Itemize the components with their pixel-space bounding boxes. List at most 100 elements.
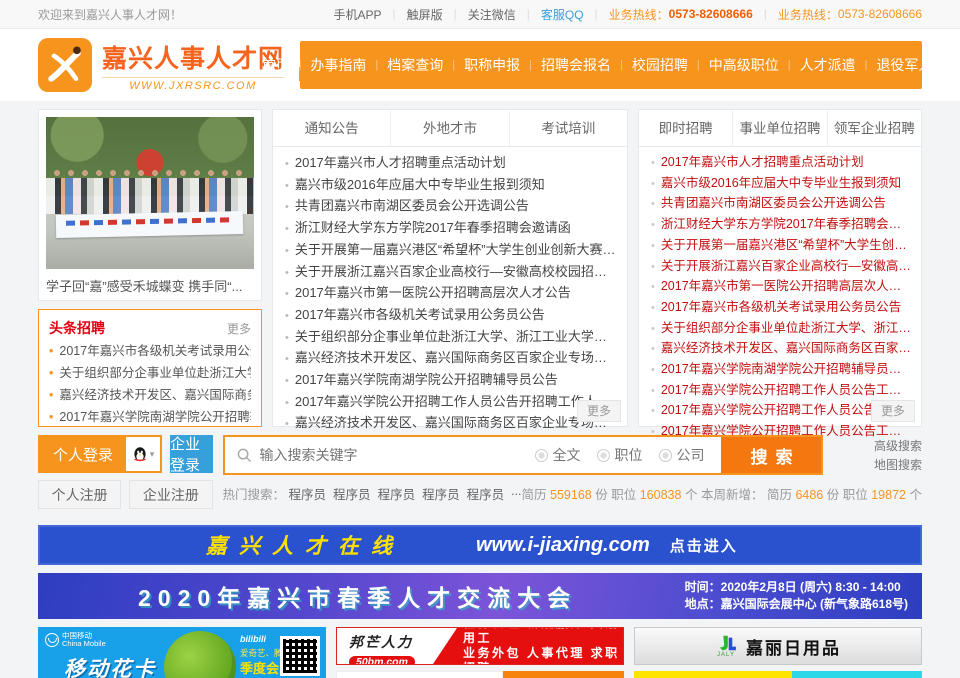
scope-company-radio[interactable]: 公司 [659,445,705,465]
resume-count: 559168 [550,488,592,502]
notice-item[interactable]: 关于开展第一届嘉兴港区“希望杯”大学生创业创新大赛的通知 [285,240,617,262]
notice-item[interactable]: 关于开展浙江嘉兴百家企业高校行—安徽高校校园招聘活动的通... [285,262,617,284]
bangmang-hr-ad[interactable]: 邦芒人力 50bm.com 社保代理 薪酬服务 灵活用工 业务外包 人事代理 求… [336,627,624,665]
touch-version-link[interactable]: 触屏版 [407,6,443,23]
login-area: 个人登录 ▾ [38,435,213,509]
search-button[interactable]: 搜索 [721,437,821,473]
nav-item[interactable]: 校园招聘 [611,55,688,75]
radio-icon [535,449,548,462]
advanced-search-link[interactable]: 高级搜索 [874,437,922,456]
hot-search-label: 热门搜索： [223,488,286,502]
nav-item[interactable]: 档案查询 [366,55,443,75]
jobs-item[interactable]: 关于组织部分企事业单位赴浙江大学、浙江工业大... [651,319,911,340]
divider: | [392,7,395,21]
nav-item[interactable]: 首页 [262,55,290,75]
notice-item[interactable]: 2017年嘉兴学院公开招聘工作人员公告开招聘工作人员公告开... [285,392,617,414]
jobs-panel: 即时招聘事业单位招聘领军企业招聘 2017年嘉兴市人才招聘重点活动计划嘉兴市级2… [638,109,922,427]
hot-search-term[interactable]: 程序员 [333,484,371,503]
photo-caption[interactable]: 学子回“嘉”感受禾城蝶变 携手同“... [46,269,254,295]
headline-item[interactable]: 关于组织部分企事业单位赴浙江大学... [49,362,251,384]
jiali-daily-goods-ad[interactable]: JALY 嘉丽日用品 [634,627,922,665]
nav-item[interactable]: 中高级职位 [688,55,779,75]
qq-service-link[interactable]: 客服QQ [541,6,584,23]
jobs-tab[interactable]: 事业单位招聘 [733,110,827,146]
jobs-tab[interactable]: 即时招聘 [639,110,733,146]
bangmang-services-line2: 业务外包 人事代理 求职招聘 [463,646,623,665]
radio-icon [597,449,610,462]
notice-item[interactable]: 嘉兴市级2016年应届大中专毕业生报到须知 [285,175,617,197]
divider: | [764,7,767,21]
jobs-item[interactable]: 2017年嘉兴市人才招聘重点活动计划 [651,153,911,174]
nav-item[interactable]: 招聘会报名 [520,55,611,75]
notice-item[interactable]: 嘉兴经济技术开发区、嘉兴国际商务区百家企业专场招聘会公告 [285,348,617,370]
qq-login-dropdown[interactable]: ▾ [126,437,160,471]
jiaxing-talent-online-banner[interactable]: 嘉兴人才在线 www.i-jiaxing.com 点击进入 [38,525,922,565]
spring-job-fair-banner[interactable]: 2020年嘉兴市春季人才交流大会 时间：2020年2月8日 (周六) 8:30 … [38,573,922,619]
search-box: 全文 职位 公司 搜索 [223,435,823,475]
headline-item[interactable]: 2017年嘉兴市各级机关考试录用公务... [49,340,251,362]
site-stats: 简历 559168 份 职位 160838 个 本周新增： 简历 6486 份 … [522,484,922,503]
notice-item[interactable]: 2017年嘉兴市各级机关考试录用公务员公告 [285,305,617,327]
nav-item[interactable]: 职称申报 [443,55,520,75]
china-mobile-ad[interactable]: 中国移动 China Mobile 移动花卡 bilibili 爱奇艺、腾讯视频… [38,627,326,678]
jobs-item[interactable]: 关于开展浙江嘉兴百家企业高校行—安徽高校校园... [651,257,911,278]
jobs-item[interactable]: 2017年嘉兴市各级机关考试录用公务员公告 [651,298,911,319]
enterprise-register-button[interactable]: 企业注册 [129,480,212,509]
jobs-item[interactable]: 共青团嘉兴市南湖区委员会公开选调公告 [651,194,911,215]
mobile-app-link[interactable]: 手机APP [333,6,381,23]
jobs-more-link[interactable]: 更多 [871,400,915,422]
bangmang-services-line1: 社保代理 薪酬服务 灵活用工 [463,627,623,646]
nav-item[interactable]: 办事指南 [290,55,367,75]
hotline-number: 0573-82608666 [838,7,922,21]
jobs-item[interactable]: 2017年嘉兴市第一医院公开招聘高层次人才公告 [651,277,911,298]
scope-fulltext-radio[interactable]: 全文 [535,445,581,465]
jobs-item[interactable]: 嘉兴经济技术开发区、嘉兴国际商务区百家企业专... [651,339,911,360]
personal-login-button[interactable]: 个人登录 [40,437,126,471]
hot-search-term[interactable]: 程序员 [422,484,460,503]
jobs-list: 2017年嘉兴市人才招聘重点活动计划嘉兴市级2016年应届大中专毕业生报到须知共… [639,147,921,443]
personal-register-button[interactable]: 个人注册 [38,480,121,509]
headline-item[interactable]: 嘉兴经济技术开发区、嘉兴国际商务... [49,384,251,406]
nav-item[interactable]: 退役军人招聘 [856,55,960,75]
notice-item[interactable]: 2017年嘉兴市人才招聘重点活动计划 [285,153,617,175]
jobs-item[interactable]: 2017年嘉兴学院南湖学院公开招聘辅导员公告 [651,360,911,381]
scope-position-radio[interactable]: 职位 [597,445,643,465]
hot-search-term[interactable]: ... [511,484,521,503]
crowd-graphic [46,178,254,214]
notice-item[interactable]: 嘉兴经济技术开发区、嘉兴国际商务区百家企业专场招聘会公告 [285,413,617,435]
jobs-tab[interactable]: 领军企业招聘 [828,110,921,146]
mobile-card-title: 移动花卡 [64,653,156,678]
notice-more-link[interactable]: 更多 [577,400,621,422]
search-input[interactable] [260,447,535,463]
headline-item[interactable]: 2017年嘉兴学院南湖学院公开招聘辅... [49,406,251,428]
jobs-tabs: 即时招聘事业单位招聘领军企业招聘 [639,110,921,147]
jobs-item[interactable]: 嘉兴市级2016年应届大中专毕业生报到须知 [651,174,911,195]
notice-item[interactable]: 关于组织部分企事业单位赴浙江大学、浙江工业大学招聘人才的... [285,327,617,349]
enterprise-login-button[interactable]: 企业登录 [170,435,213,473]
logo-icon [38,38,92,92]
banner1-title: 嘉兴人才在线 [206,530,404,560]
notice-item[interactable]: 2017年嘉兴学院南湖学院公开招聘辅导员公告 [285,370,617,392]
news-photo-card[interactable]: 学子回“嘉”感受禾城蝶变 携手同“... [38,109,262,301]
wechat-link[interactable]: 关注微信 [468,6,516,23]
notice-tab[interactable]: 考试培训 [510,110,627,146]
notice-tab[interactable]: 通知公告 [273,110,391,146]
notice-tab[interactable]: 外地才市 [391,110,509,146]
notice-item[interactable]: 共青团嘉兴市南湖区委员会公开选调公告 [285,196,617,218]
china-mobile-logo: 中国移动 China Mobile [45,632,106,648]
jobs-item[interactable]: 2017年嘉兴学院公开招聘工作人员公告工作人员... [651,381,911,402]
notice-item[interactable]: 浙江财经大学东方学院2017年春季招聘会邀请函 [285,218,617,240]
job-count: 160838 [640,488,682,502]
nav-item[interactable]: 人才派遣 [779,55,856,75]
hot-search-term[interactable]: 程序员 [378,484,416,503]
hot-search-term[interactable]: 程序员 [289,484,327,503]
welcome-text: 欢迎来到嘉兴人事人才网！ [38,6,182,23]
hot-search-term[interactable]: 程序员 [467,484,505,503]
news-photo [46,117,254,269]
main-nav: 首页办事指南档案查询职称申报招聘会报名校园招聘中高级职位人才派遣退役军人招聘 [300,41,922,89]
jobs-item[interactable]: 关于开展第一届嘉兴港区“希望杯”大学生创业创... [651,236,911,257]
headline-more-link[interactable]: 更多 [227,320,251,337]
jobs-item[interactable]: 浙江财经大学东方学院2017年春季招聘会邀请函 [651,215,911,236]
notice-item[interactable]: 2017年嘉兴市第一医院公开招聘高层次人才公告 [285,283,617,305]
map-search-link[interactable]: 地图搜索 [874,456,922,475]
